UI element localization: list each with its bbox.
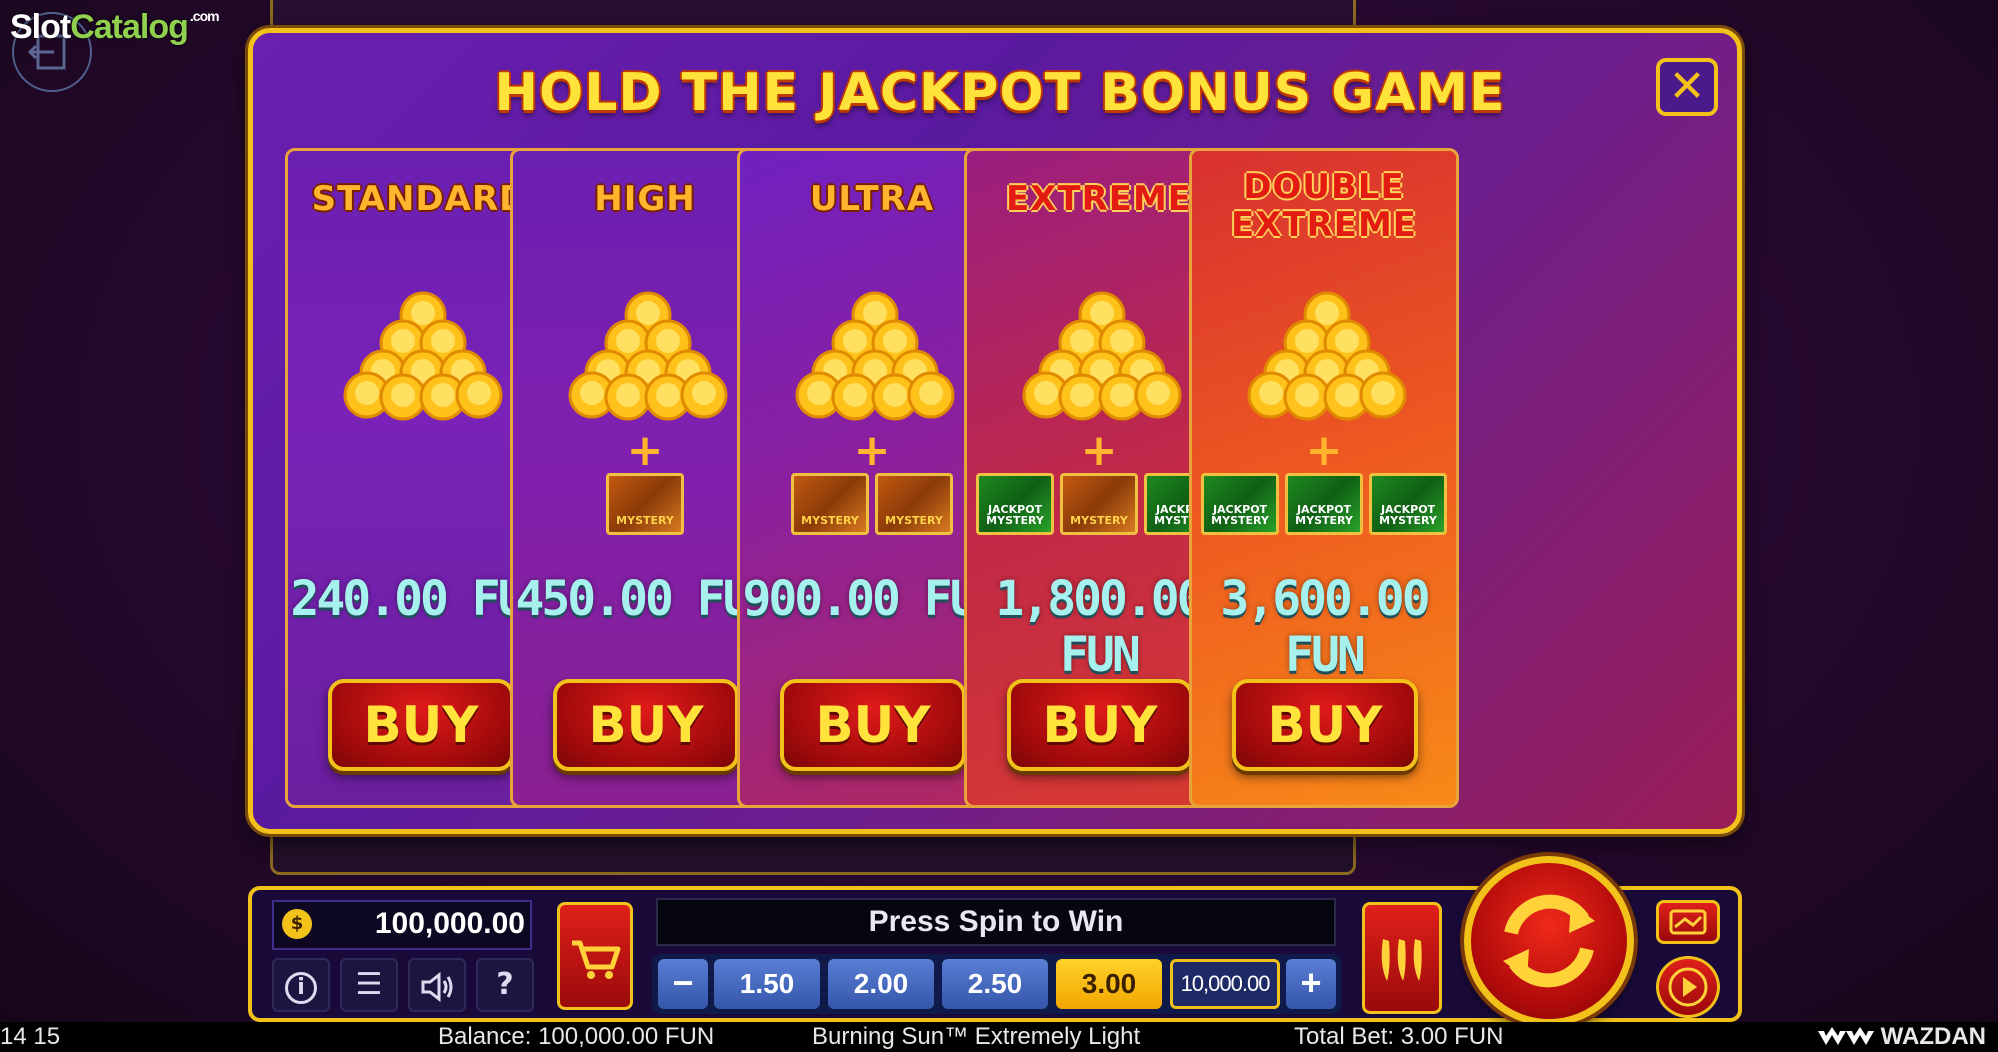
status-balance: Balance: 100,000.00 FUN: [438, 1023, 715, 1050]
mystery-chest: MYSTERY: [606, 473, 684, 535]
message-display: Press Spin to Win: [656, 898, 1336, 946]
mystery-chests: JACKPOT MYSTERY JACKPOT MYSTERY JACKPOT MY…: [1192, 473, 1456, 535]
jackpot-mystery-chest: JACKPOT MYSTERY: [1201, 473, 1279, 535]
buy-button[interactable]: BUY: [328, 679, 514, 771]
bet-option-1[interactable]: 1.50: [714, 959, 820, 1009]
modal-title: HOLD THE JACKPOT BONUS GAME: [494, 63, 1506, 123]
jackpot-mystery-chest: JACKPOT MYSTERY: [1369, 473, 1447, 535]
status-bar: 14 15 Balance: 100,000.00 FUN Burning Su…: [0, 1022, 1998, 1052]
mystery-chest: MYSTERY: [1060, 473, 1138, 535]
bet-option-2[interactable]: 2.00: [828, 959, 934, 1009]
info-button[interactable]: i: [272, 958, 330, 1012]
clock: 14 15: [0, 1023, 61, 1050]
mystery-chest: MYSTERY: [791, 473, 869, 535]
bet-decrease-button[interactable]: −: [658, 959, 708, 1009]
money-bag-icon: $: [282, 909, 312, 939]
watermark-com: .com: [189, 8, 220, 24]
jackpot-mystery-chest: JACKPOT MYSTERY: [1285, 473, 1363, 535]
gold-coins-icon: [343, 291, 503, 421]
shopping-cart-icon: [572, 940, 621, 979]
watermark-catalog: Catalog: [70, 8, 189, 46]
bet-selector: − 1.50 2.00 2.50 3.00 10,000.00 +: [652, 954, 1342, 1014]
mystery-chest: MYSTERY: [875, 473, 953, 535]
gold-coins-icon: [1247, 291, 1407, 421]
settings-toggle-button[interactable]: [1656, 900, 1720, 944]
volatility-button[interactable]: [1362, 902, 1442, 1014]
speaker-icon: [421, 971, 453, 1003]
reel-frame-bottom: [270, 830, 1356, 875]
buy-button[interactable]: BUY: [780, 679, 966, 771]
bonus-price: 3,600.00 FUN: [1220, 571, 1430, 683]
plus-icon: +: [1305, 425, 1343, 476]
watermark-slot: Slot: [10, 8, 71, 46]
wazdan-brand: WAZDAN: [1880, 1023, 1986, 1050]
spin-arrows-icon: [1503, 894, 1595, 988]
buy-button[interactable]: BUY: [553, 679, 739, 771]
help-button[interactable]: ?: [476, 958, 534, 1012]
bet-option-max[interactable]: 10,000.00: [1170, 959, 1280, 1009]
bonus-card: DOUBLE EXTREME + JACKPOT MYSTERY JACKPOT MYS…: [1189, 148, 1459, 808]
bonus-buy-button[interactable]: [557, 902, 633, 1010]
card-title: DOUBLE: [1243, 167, 1405, 207]
autoplay-button[interactable]: [1656, 956, 1720, 1018]
bet-option-selected[interactable]: 3.00: [1056, 959, 1162, 1009]
gold-coins-icon: [795, 291, 955, 421]
wazdan-logo-icon: [1818, 1026, 1874, 1045]
turbo-icon: [1669, 909, 1707, 935]
status-total-bet: Total Bet: 3.00 FUN: [1294, 1023, 1504, 1050]
close-button[interactable]: ✕: [1656, 58, 1718, 116]
spin-button[interactable]: [1464, 856, 1634, 1026]
slotcatalog-watermark: SlotCatalog .com: [10, 8, 220, 47]
buy-button[interactable]: BUY: [1007, 679, 1193, 771]
buy-button[interactable]: BUY: [1232, 679, 1418, 771]
gold-coins-icon: [1022, 291, 1182, 421]
wazdan-logo: WAZDAN: [1818, 1022, 1986, 1052]
menu-icon: ☰: [355, 967, 383, 1002]
game-name: Burning Sun™ Extremely Light: [812, 1023, 1141, 1050]
bet-increase-button[interactable]: +: [1286, 959, 1336, 1009]
close-icon: ✕: [1668, 61, 1706, 112]
sound-button[interactable]: [408, 958, 466, 1012]
jackpot-mystery-chest: JACKPOT MYSTERY: [976, 473, 1054, 535]
autoplay-icon: [1668, 967, 1708, 1007]
info-icon: i: [285, 972, 317, 1004]
balance-value: 100,000.00: [374, 907, 525, 940]
card-title: EXTREME: [1230, 205, 1418, 245]
chili-peppers-icon: [1381, 939, 1422, 981]
menu-button[interactable]: ☰: [340, 958, 398, 1012]
gold-coins-icon: [568, 291, 728, 421]
bonus-buy-modal: HOLD THE JACKPOT BONUS GAME ✕ STANDARD 24…: [248, 28, 1742, 834]
help-icon: ?: [496, 967, 514, 1002]
bet-option-3[interactable]: 2.50: [942, 959, 1048, 1009]
